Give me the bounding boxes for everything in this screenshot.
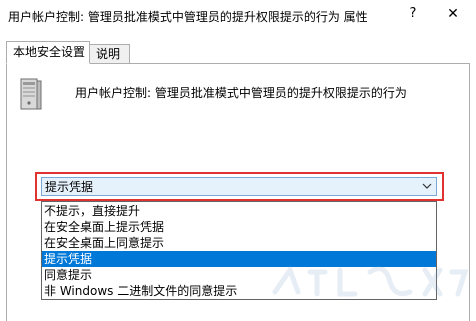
- policy-title: 用户帐户控制: 管理员批准模式中管理员的提升权限提示的行为: [75, 86, 407, 100]
- tab-local-security-setting[interactable]: 本地安全设置: [6, 41, 90, 64]
- option-prompt-credentials-secure-desktop[interactable]: 在安全桌面上提示凭据: [42, 219, 436, 235]
- title-bar: 用户帐户控制: 管理员批准模式中管理员的提升权限提示的行为 属性 ? ✕: [0, 0, 476, 33]
- help-button[interactable]: ?: [402, 3, 424, 25]
- close-button[interactable]: ✕: [440, 3, 466, 25]
- option-elevate-without-prompting[interactable]: 不提示，直接提升: [42, 203, 436, 219]
- prompt-behavior-select[interactable]: 提示凭据: [41, 177, 437, 196]
- properties-dialog: 用户帐户控制: 管理员批准模式中管理员的提升权限提示的行为 属性 ? ✕ 本地安…: [0, 0, 476, 321]
- server-computer-icon: [20, 78, 42, 110]
- tab-explain[interactable]: 说明: [90, 44, 130, 64]
- chevron-down-icon[interactable]: [422, 181, 432, 191]
- window-title: 用户帐户控制: 管理员批准模式中管理员的提升权限提示的行为 属性: [8, 10, 368, 24]
- select-value: 提示凭据: [45, 180, 94, 194]
- watermark-graphic: [272, 264, 469, 297]
- option-prompt-consent-secure-desktop[interactable]: 在安全桌面上同意提示: [42, 235, 436, 251]
